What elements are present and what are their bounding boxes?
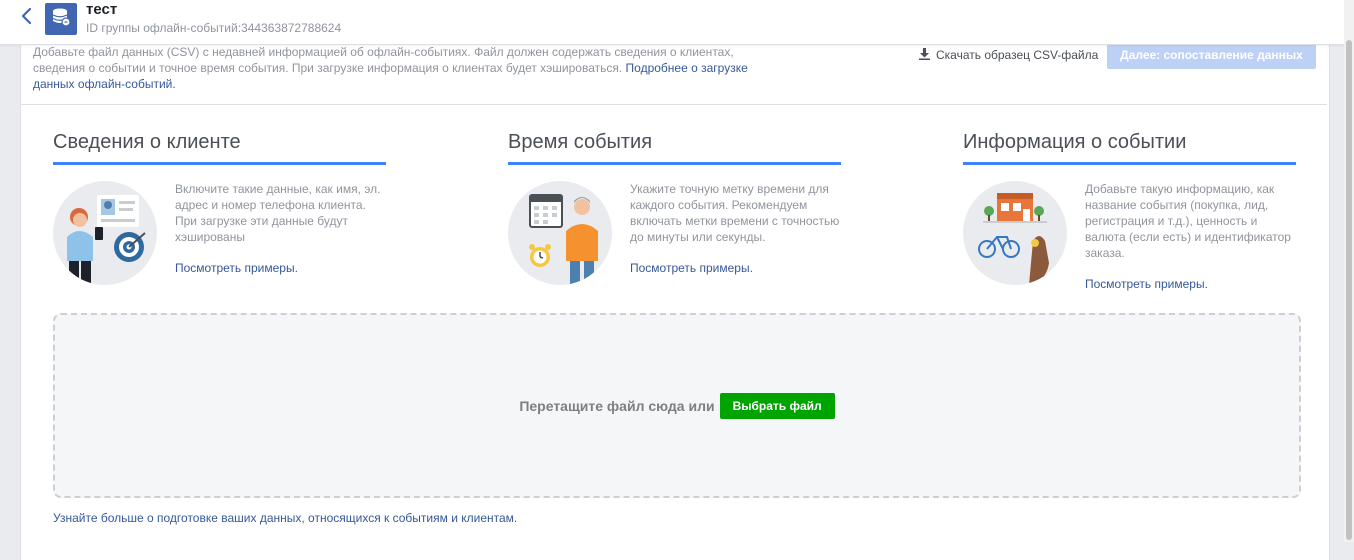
intro-text: Добавьте файл данных (CSV) с недавней ин… — [33, 44, 763, 92]
back-button[interactable] — [16, 6, 36, 30]
customer-info-illustration — [53, 181, 157, 285]
drop-zone-label: Перетащите файл сюда или — [519, 398, 715, 414]
event-time-title: Время события — [508, 130, 841, 165]
chevron-left-icon — [20, 7, 32, 30]
customer-info-title: Сведения о клиенте — [53, 130, 386, 165]
customer-info-examples-link[interactable]: Посмотреть примеры. — [175, 261, 298, 275]
choose-file-button[interactable]: Выбрать файл — [719, 393, 835, 419]
learn-more-data-prep-link[interactable]: Узнайте больше о подготовке ваших данных… — [53, 511, 517, 525]
event-time-examples-link[interactable]: Посмотреть примеры. — [630, 261, 753, 275]
customer-info-column: Сведения о клиенте Включите такие данные… — [53, 130, 388, 311]
customer-info-description: Включите такие данные, как имя, эл. адре… — [175, 182, 381, 244]
event-info-title: Информация о событии — [963, 130, 1296, 165]
offline-event-set-icon — [45, 3, 77, 35]
section-divider — [21, 104, 1327, 105]
event-time-description: Укажите точную метку времени для каждого… — [630, 182, 840, 244]
database-icon — [51, 7, 71, 32]
event-time-illustration — [508, 181, 612, 285]
scrollbar-thumb[interactable] — [1346, 40, 1352, 540]
event-info-column: Информация о событии Добавьте такую инфо… — [963, 130, 1298, 311]
download-label: Скачать образец CSV-файла — [936, 48, 1099, 62]
event-info-description: Добавьте такую информацию, как название … — [1085, 182, 1291, 260]
page-title: тест — [86, 1, 118, 18]
header-bar: тест ID группы офлайн-событий:3443638727… — [0, 0, 1344, 45]
download-icon — [919, 47, 930, 63]
event-time-column: Время события Укажите точную метку време… — [508, 130, 843, 311]
download-sample-csv-link[interactable]: Скачать образец CSV-файла — [919, 47, 1098, 63]
event-info-illustration — [963, 181, 1067, 285]
file-drop-zone[interactable]: Перетащите файл сюда или Выбрать файл — [53, 313, 1301, 498]
event-info-examples-link[interactable]: Посмотреть примеры. — [1085, 277, 1208, 291]
event-set-id: ID группы офлайн-событий:344363872788624 — [86, 21, 342, 35]
